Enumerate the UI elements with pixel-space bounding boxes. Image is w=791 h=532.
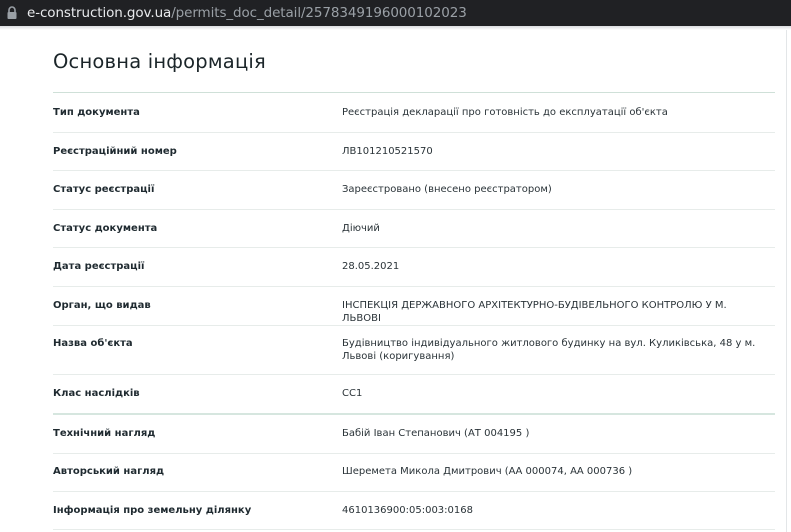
row-label: Клас наслідків [53, 388, 140, 399]
info-row-registration-status: Статус реєстрації Зареєстровано (внесено… [53, 171, 775, 210]
info-row-document-status: Статус документа Діючий [53, 210, 775, 248]
row-value: Зареєстровано (внесено реєстратором) [342, 184, 552, 195]
row-value: Будівництво індивідуального житлового бу… [342, 338, 756, 362]
page-edge-divider [786, 30, 787, 532]
info-row-issuing-authority: Орган, що видав ІНСПЕКЦІЯ ДЕРЖАВНОГО АРХ… [53, 287, 775, 326]
row-value: Бабій Іван Степанович (АТ 004195 ) [342, 428, 530, 439]
url-domain: e-construction.gov.ua [27, 5, 172, 21]
row-value: 4610136900:05:003:0168 [342, 505, 473, 516]
row-value: ІНСПЕКЦІЯ ДЕРЖАВНОГО АРХІТЕКТУРНО-БУДІВЕ… [342, 300, 727, 324]
address-bar[interactable]: e-construction.gov.ua/permits_doc_detail… [0, 0, 791, 26]
row-label: Назва об'єкта [53, 338, 133, 349]
row-label: Орган, що видав [53, 300, 151, 311]
info-row-registration-date: Дата реєстрації 28.05.2021 [53, 248, 775, 287]
row-label: Реєстраційний номер [53, 146, 177, 157]
row-label: Статус документа [53, 223, 158, 234]
info-row-technical-supervision: Технічний нагляд Бабій Іван Степанович (… [53, 415, 775, 454]
info-row-object-name: Назва об'єкта Будівництво індивідуальног… [53, 326, 775, 375]
info-row-author-supervision: Авторський нагляд Шеремета Микола Дмитро… [53, 454, 775, 492]
row-value: СС1 [342, 388, 363, 399]
lock-icon [7, 6, 17, 19]
row-value: Реєстрація декларації про готовність до … [342, 107, 668, 118]
row-value: Діючий [342, 223, 380, 234]
row-value: ЛВ101210521570 [342, 146, 433, 157]
info-row-registration-number: Реєстраційний номер ЛВ101210521570 [53, 133, 775, 171]
row-value: 28.05.2021 [342, 261, 400, 272]
section-title: Основна інформація [53, 50, 266, 73]
row-value: Шеремета Микола Дмитрович (АА 000074, АА… [342, 466, 633, 477]
row-label: Технічний нагляд [53, 428, 156, 439]
row-label: Інформація про земельну ділянку [53, 505, 252, 516]
url-text[interactable]: e-construction.gov.ua/permits_doc_detail… [27, 5, 467, 21]
info-row-document-type: Тип документа Реєстрація декларації про … [53, 93, 775, 133]
info-row-land-plot: Інформація про земельну ділянку 46101369… [53, 492, 775, 530]
row-label: Тип документа [53, 107, 140, 118]
row-label: Дата реєстрації [53, 261, 145, 272]
row-label: Статус реєстрації [53, 184, 155, 195]
header-shadow [0, 26, 791, 30]
info-row-consequence-class: Клас наслідків СС1 [53, 375, 775, 415]
row-label: Авторський нагляд [53, 466, 165, 477]
url-path: /permits_doc_detail/2578349196000102023 [171, 5, 467, 21]
